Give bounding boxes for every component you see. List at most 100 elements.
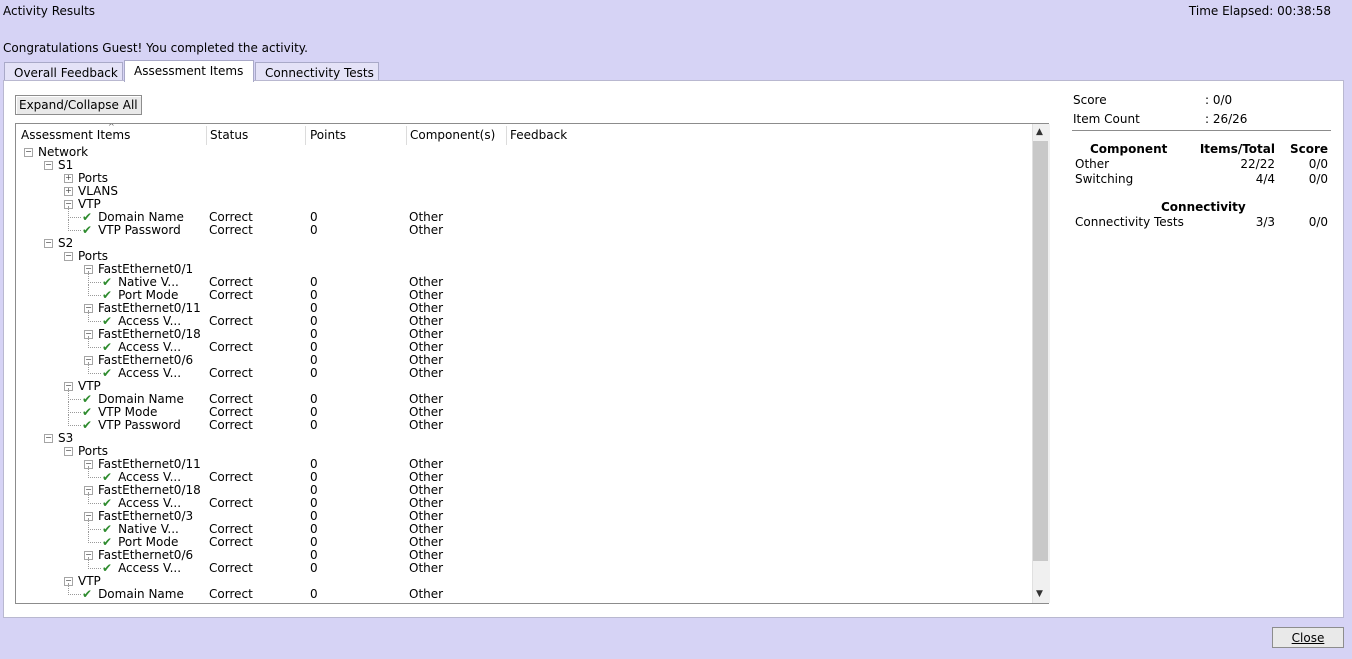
tab-label: Overall Feedback bbox=[14, 66, 118, 80]
connectivity-score: 0/0 bbox=[1308, 215, 1328, 229]
tree-item-label: S3 bbox=[58, 431, 74, 445]
time-elapsed: Time Elapsed: 00:38:58 bbox=[1188, 4, 1331, 18]
component-cell: Other bbox=[409, 366, 444, 380]
tab-label: Connectivity Tests bbox=[265, 66, 374, 80]
component-cell: Other bbox=[409, 561, 444, 575]
assessment-item-row[interactable]: ✔ Domain Name Correct 0 Other bbox=[16, 583, 1031, 601]
column-divider[interactable] bbox=[206, 126, 207, 145]
tree-node-row[interactable]: − S2 bbox=[16, 237, 1031, 250]
connectivity-items: 3/3 bbox=[1255, 215, 1275, 229]
scroll-down-icon[interactable]: ▼ bbox=[1036, 589, 1043, 599]
collapse-minus-icon[interactable]: − bbox=[44, 239, 53, 248]
tree-node-row[interactable]: − S1 bbox=[16, 159, 1031, 172]
collapse-minus-icon[interactable]: − bbox=[64, 252, 73, 261]
assessment-item-row[interactable]: ✔ VTP Password Correct 0 Other bbox=[16, 414, 1031, 432]
tree-node-row[interactable]: − Network bbox=[16, 146, 1031, 159]
component-cell: Other bbox=[409, 418, 444, 432]
tree-node[interactable]: ✔ VTP Password bbox=[82, 224, 181, 237]
status-cell: Correct bbox=[209, 470, 253, 484]
points-cell: 0 bbox=[310, 366, 318, 380]
component-name: Other bbox=[1075, 157, 1110, 171]
component-score: 0/0 bbox=[1308, 172, 1328, 186]
window-title: Activity Results bbox=[3, 4, 96, 18]
assessment-tree[interactable]: Assessment Items ^ Status Points Compone… bbox=[15, 123, 1049, 604]
tree-connector bbox=[68, 206, 81, 218]
component-cell: Other bbox=[409, 223, 444, 237]
scrollbar-thumb[interactable] bbox=[1033, 141, 1048, 561]
score-value: : 0/0 bbox=[1205, 93, 1233, 107]
column-header-components[interactable]: Component(s) bbox=[410, 128, 495, 144]
item-count-value: : 26/26 bbox=[1205, 112, 1248, 126]
sort-ascending-icon: ^ bbox=[108, 123, 115, 131]
check-icon: ✔ bbox=[102, 366, 113, 380]
connectivity-header: Connectivity bbox=[1161, 200, 1246, 214]
assessment-item-row[interactable]: ✔ VTP Password Correct 0 Other bbox=[16, 219, 1031, 237]
collapse-minus-icon[interactable]: − bbox=[64, 447, 73, 456]
tree-connector bbox=[68, 401, 81, 413]
points-cell: 0 bbox=[310, 587, 318, 601]
tree-connector bbox=[88, 271, 101, 283]
column-divider[interactable] bbox=[305, 126, 306, 145]
status-cell: Correct bbox=[209, 288, 253, 302]
assessment-item-row[interactable]: ✔ Access V... Correct 0 Other bbox=[16, 557, 1031, 575]
component-score: 0/0 bbox=[1308, 157, 1328, 171]
tree-node-row[interactable]: + Ports bbox=[16, 172, 1031, 185]
column-header-feedback[interactable]: Feedback bbox=[510, 128, 567, 144]
points-cell: 0 bbox=[310, 223, 318, 237]
expand-collapse-all-button[interactable]: Expand/Collapse All bbox=[15, 95, 142, 115]
completion-message: Congratulations Guest! You completed the… bbox=[3, 41, 308, 55]
collapse-minus-icon[interactable]: − bbox=[44, 434, 53, 443]
tree-node[interactable]: ✔ Access V... bbox=[102, 367, 181, 380]
component-items: 22/22 bbox=[1240, 157, 1275, 171]
tree-node[interactable]: ✔ Domain Name bbox=[82, 588, 184, 601]
item-count-label: Item Count bbox=[1073, 112, 1140, 126]
tree-connector bbox=[88, 466, 101, 478]
status-cell: Correct bbox=[209, 587, 253, 601]
tree-connector bbox=[88, 310, 101, 322]
tree-connector bbox=[88, 492, 101, 504]
tab-overall-feedback[interactable]: Overall Feedback bbox=[4, 62, 123, 81]
tree-node[interactable]: ✔ Access V... bbox=[102, 562, 181, 575]
expand-plus-icon[interactable]: + bbox=[64, 174, 73, 183]
collapse-minus-icon[interactable]: − bbox=[44, 161, 53, 170]
component-header: Component bbox=[1090, 142, 1168, 156]
tree-connector bbox=[68, 414, 81, 426]
tab-connectivity-tests[interactable]: Connectivity Tests bbox=[255, 62, 379, 81]
tree-connector bbox=[88, 518, 101, 530]
tree-item-label: Domain Name bbox=[98, 587, 184, 601]
collapse-minus-icon[interactable]: − bbox=[24, 148, 33, 157]
divider bbox=[1072, 130, 1331, 131]
close-button[interactable]: Close bbox=[1272, 627, 1344, 648]
score-header: Score bbox=[1289, 142, 1328, 156]
status-cell: Correct bbox=[209, 418, 253, 432]
column-header-status[interactable]: Status bbox=[210, 128, 248, 144]
check-icon: ✔ bbox=[82, 418, 93, 432]
tree-node[interactable]: S3 bbox=[58, 432, 73, 445]
tree-node[interactable]: S1 bbox=[58, 159, 73, 172]
scroll-up-icon[interactable]: ▲ bbox=[1036, 127, 1043, 137]
tree-connector bbox=[68, 583, 81, 595]
tree-item-label: VTP Password bbox=[98, 418, 181, 432]
tree-node-row[interactable]: − S3 bbox=[16, 432, 1031, 445]
assessment-item-row[interactable]: ✔ Domain Name Correct 0 Other bbox=[16, 388, 1031, 406]
points-cell: 0 bbox=[310, 418, 318, 432]
tree-node[interactable]: S2 bbox=[58, 237, 73, 250]
tab-assessment-items[interactable]: Assessment Items bbox=[124, 60, 254, 82]
score-label: Score bbox=[1073, 93, 1107, 107]
component-name: Switching bbox=[1075, 172, 1134, 186]
status-cell: Correct bbox=[209, 223, 253, 237]
component-cell: Other bbox=[409, 587, 444, 601]
tree-node-row[interactable]: + VLANS bbox=[16, 185, 1031, 198]
column-header-points[interactable]: Points bbox=[310, 128, 346, 144]
status-cell: Correct bbox=[209, 314, 253, 328]
tree-item-label: VTP Password bbox=[98, 223, 181, 237]
expand-plus-icon[interactable]: + bbox=[64, 187, 73, 196]
status-cell: Correct bbox=[209, 340, 253, 354]
status-cell: Correct bbox=[209, 496, 253, 510]
column-divider[interactable] bbox=[506, 126, 507, 145]
tree-item-label: S1 bbox=[58, 158, 74, 172]
tree-connector bbox=[88, 557, 101, 569]
assessment-item-row[interactable]: ✔ Access V... Correct 0 Other bbox=[16, 362, 1031, 380]
column-divider[interactable] bbox=[406, 126, 407, 145]
tree-node[interactable]: ✔ VTP Password bbox=[82, 419, 181, 432]
